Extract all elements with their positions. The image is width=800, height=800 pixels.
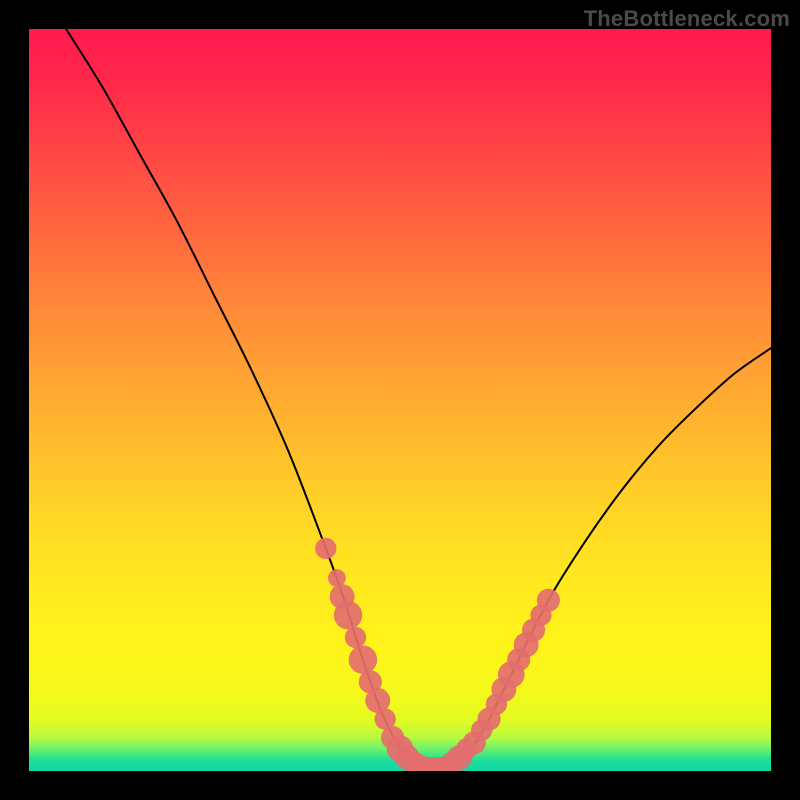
bottleneck-curve bbox=[66, 29, 771, 770]
data-marker bbox=[334, 601, 363, 630]
chart-svg bbox=[29, 29, 771, 771]
data-marker bbox=[315, 538, 336, 559]
data-marker bbox=[345, 627, 366, 648]
data-marker bbox=[537, 589, 560, 612]
chart-stage: TheBottleneck.com bbox=[0, 0, 800, 800]
curve-layer bbox=[66, 29, 771, 770]
marker-layer bbox=[315, 538, 560, 771]
watermark-text: TheBottleneck.com bbox=[584, 6, 790, 32]
data-marker bbox=[349, 645, 378, 674]
plot-area bbox=[29, 29, 771, 771]
